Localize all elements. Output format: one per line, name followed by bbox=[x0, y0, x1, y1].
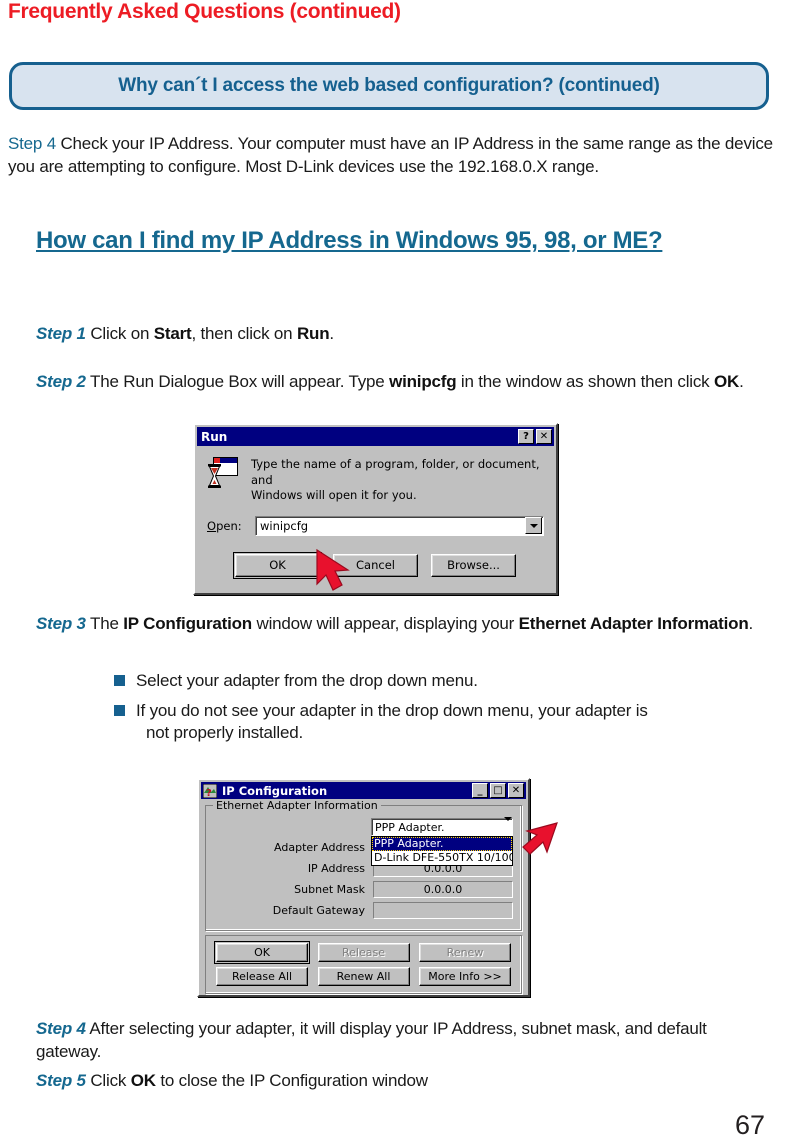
ip-config-icon: ? bbox=[202, 783, 218, 799]
question-banner-text: Why can´t I access the web based configu… bbox=[118, 75, 660, 96]
step-5-text-before: Click bbox=[85, 1071, 131, 1091]
ipconfig-ok-button[interactable]: OK bbox=[214, 941, 310, 964]
ip-configuration-window: ? IP Configuration _ □ ✕ Ethernet Adapte… bbox=[197, 778, 558, 997]
open-combobox[interactable]: winipcfg bbox=[255, 515, 544, 536]
run-description-line-1: Type the name of a program, folder, or d… bbox=[251, 457, 540, 487]
list-item-label: If you do not see your adapter in the dr… bbox=[136, 701, 648, 721]
step-3-text-after: . bbox=[748, 614, 754, 633]
square-bullet-icon bbox=[114, 675, 125, 686]
ipconfig-more-info-button[interactable]: More Info >> bbox=[419, 967, 511, 986]
step-5-bold-ok: OK bbox=[130, 1071, 156, 1091]
adapter-address-label: Adapter Address bbox=[274, 840, 365, 854]
ipconfig-renew-all-button[interactable]: Renew All bbox=[317, 967, 410, 986]
step-3-bullet-list: Select your adapter from the drop down m… bbox=[114, 670, 754, 752]
svg-text:?: ? bbox=[206, 788, 212, 798]
adapter-option-ppp[interactable]: PPP Adapter. bbox=[372, 837, 512, 851]
step-3-text-middle: window will appear, displaying your bbox=[251, 614, 519, 633]
run-dialog-description: Type the name of a program, folder, or d… bbox=[251, 456, 544, 504]
step-4-text: After selecting your adapter, it will di… bbox=[36, 1019, 707, 1061]
run-dialog-buttons: OK Cancel Browse... bbox=[207, 551, 544, 579]
adapter-dropdown-list[interactable]: PPP Adapter. D-Link DFE-550TX 10/100 Ada… bbox=[371, 836, 513, 866]
default-gateway-row: Default Gateway bbox=[214, 901, 513, 919]
adapter-combobox-value[interactable]: PPP Adapter. bbox=[372, 821, 504, 834]
help-icon[interactable]: ? bbox=[518, 429, 534, 444]
close-icon[interactable]: ✕ bbox=[536, 429, 552, 444]
list-item: If you do not see your adapter in the dr… bbox=[114, 700, 754, 744]
step-1-bold-start: Start bbox=[153, 324, 192, 343]
ipconfig-release-all-button[interactable]: Release All bbox=[216, 967, 308, 986]
adapter-option-dlink[interactable]: D-Link DFE-550TX 10/100 Adapter bbox=[372, 851, 512, 865]
run-ok-button[interactable]: OK bbox=[233, 551, 322, 579]
page-number: 67 bbox=[734, 1110, 765, 1140]
run-browse-button[interactable]: Browse... bbox=[431, 553, 516, 577]
step-5-text-after: to close the IP Configuration window bbox=[155, 1071, 428, 1091]
open-field-label: Open: bbox=[207, 518, 242, 533]
step-2-text-before: The Run Dialogue Box will appear. Type bbox=[85, 372, 390, 391]
list-item-label: Select your adapter from the drop down m… bbox=[136, 671, 478, 690]
section-heading: How can I find my IP Address in Windows … bbox=[36, 227, 663, 254]
chevron-down-icon[interactable] bbox=[504, 816, 512, 834]
list-item: Select your adapter from the drop down m… bbox=[114, 670, 754, 692]
step-3-paragraph: Step 3 The IP Configuration window will … bbox=[36, 613, 756, 636]
step-5-label: Step 5 bbox=[36, 1071, 86, 1091]
ip-address-label: IP Address bbox=[307, 861, 365, 875]
step-1-label: Step 1 bbox=[36, 324, 86, 343]
step-1-paragraph: Step 1 Click on Start, then click on Run… bbox=[36, 323, 736, 346]
step-2-text-after: . bbox=[739, 372, 744, 391]
step-3-label: Step 3 bbox=[36, 614, 86, 633]
default-gateway-value bbox=[373, 901, 513, 919]
run-description-line-2: Windows will open it for you. bbox=[251, 488, 417, 503]
step-4-label: Step 4 bbox=[36, 1019, 86, 1038]
step-3-bold-ethernet-adapter-info: Ethernet Adapter Information bbox=[518, 614, 749, 633]
ipconfig-button-row-2: Release All Renew All More Info >> bbox=[216, 967, 511, 986]
step-1-bold-run: Run bbox=[296, 324, 330, 343]
chevron-down-icon[interactable] bbox=[525, 517, 542, 535]
intro-paragraph: Step 4 Check your IP Address. Your compu… bbox=[8, 133, 783, 178]
ipconfig-release-button[interactable]: Release bbox=[317, 943, 410, 962]
run-program-icon bbox=[207, 456, 239, 488]
square-bullet-icon bbox=[114, 705, 125, 717]
open-input-value[interactable]: winipcfg bbox=[256, 519, 525, 533]
ethernet-adapter-information-group: Ethernet Adapter Information PPP Adapter… bbox=[205, 799, 522, 931]
adapter-combobox-wrap: PPP Adapter. PPP Adapter. D-Link DFE-550… bbox=[214, 816, 513, 866]
subnet-mask-value: 0.0.0.0 bbox=[373, 880, 513, 898]
step-2-paragraph: Step 2 The Run Dialogue Box will appear.… bbox=[36, 371, 784, 394]
red-pointer-arrow-run bbox=[316, 548, 350, 591]
ipconfig-titlebar: ? IP Configuration _ □ ✕ bbox=[201, 782, 526, 799]
subnet-mask-row: Subnet Mask 0.0.0.0 bbox=[214, 880, 513, 898]
step-1-text-before: Click on bbox=[85, 324, 154, 343]
run-dialog-body: Type the name of a program, folder, or d… bbox=[195, 446, 556, 579]
close-icon[interactable]: ✕ bbox=[508, 783, 524, 798]
ipconfig-button-panel: OK Release Renew Release All Renew All M… bbox=[205, 935, 522, 994]
step-2-bold-winipcfg: winipcfg bbox=[389, 372, 457, 391]
intro-step-text: Check your IP Address. Your computer mus… bbox=[8, 134, 773, 176]
adapter-combobox[interactable]: PPP Adapter. bbox=[371, 816, 513, 836]
step-3-text-before: The bbox=[85, 614, 124, 633]
step-2-bold-ok: OK bbox=[714, 372, 740, 391]
step-1-text-after: . bbox=[329, 324, 334, 343]
run-dialog-window: Run ? ✕ Type the name of a program, fold… bbox=[193, 423, 558, 595]
step-4-and-5-paragraph: Step 4 After selecting your adapter, it … bbox=[36, 1018, 756, 1093]
red-pointer-arrow-ipconfig bbox=[522, 822, 558, 855]
step-2-text-middle: in the window as shown then click bbox=[456, 372, 714, 391]
groupbox-title: Ethernet Adapter Information bbox=[213, 799, 381, 812]
run-dialog-titlebar: Run ? ✕ bbox=[197, 427, 554, 446]
step-1-text-middle: , then click on bbox=[191, 324, 297, 343]
ipconfig-title: IP Configuration bbox=[222, 783, 328, 798]
list-item-continuation: not properly installed. bbox=[146, 723, 303, 743]
question-banner: Why can´t I access the web based configu… bbox=[9, 62, 769, 110]
maximize-icon[interactable]: □ bbox=[490, 783, 506, 798]
run-dialog-title: Run bbox=[201, 429, 228, 444]
step-2-label: Step 2 bbox=[36, 372, 86, 391]
default-gateway-label: Default Gateway bbox=[272, 903, 365, 917]
subnet-mask-label: Subnet Mask bbox=[294, 882, 365, 896]
ipconfig-renew-button[interactable]: Renew bbox=[419, 943, 511, 962]
step-3-bold-ipconfig: IP Configuration bbox=[123, 614, 252, 633]
page-title: Frequently Asked Questions (continued) bbox=[8, 0, 401, 23]
intro-step-label: Step 4 bbox=[8, 134, 56, 153]
step-5-line: Step 5 Click OK to close the IP Configur… bbox=[36, 1070, 756, 1093]
minimize-icon[interactable]: _ bbox=[472, 783, 488, 798]
ipconfig-button-row-1: OK Release Renew bbox=[214, 941, 511, 964]
